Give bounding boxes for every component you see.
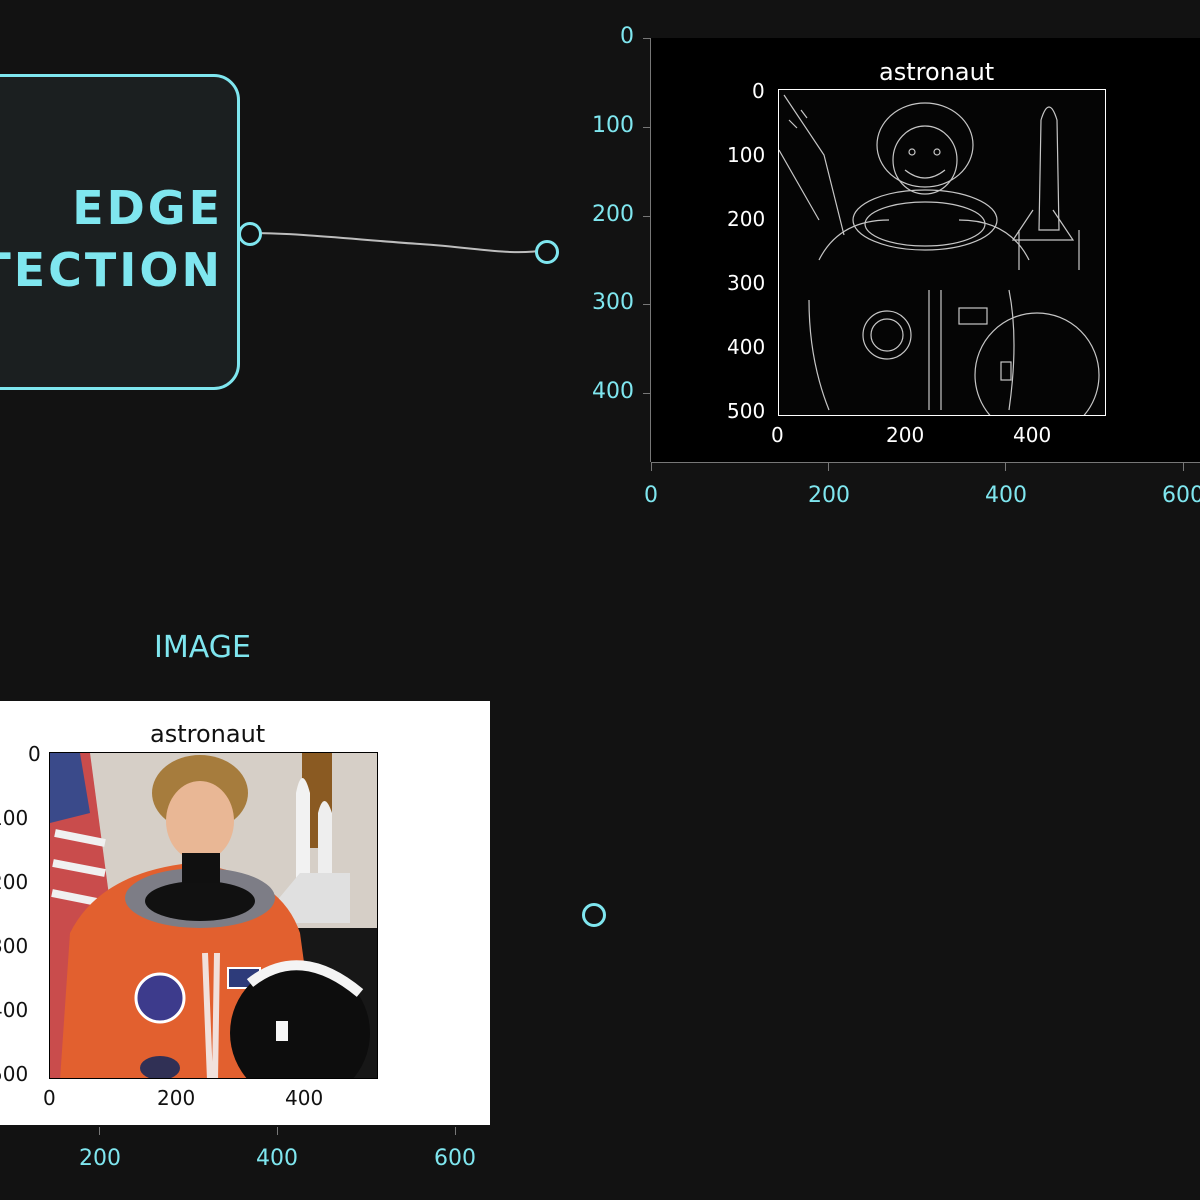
image-x-tick: 600 (434, 1146, 476, 1171)
image-plot-y-tick: 100 (0, 806, 29, 830)
edge-plot-x-tick: 200 (886, 423, 925, 447)
tick-mark (643, 393, 650, 394)
tick-mark (643, 216, 650, 217)
tick-mark (643, 127, 650, 128)
image-view-label: IMAGE (154, 630, 251, 665)
node-output-port[interactable] (238, 222, 262, 246)
image-output-port[interactable] (582, 903, 606, 927)
tick-mark (643, 304, 650, 305)
edge-y-tick: 0 (620, 24, 634, 49)
edge-y-axis (650, 38, 651, 462)
edge-plot-y-tick: 400 (727, 335, 766, 359)
edge-plot-y-tick: 200 (727, 207, 766, 231)
edge-y-tick: 400 (592, 379, 634, 404)
edge-lines-illustration (779, 94, 1100, 415)
image-plot-x-tick: 0 (43, 1086, 56, 1110)
edge-plot-x-tick: 400 (1013, 423, 1052, 447)
edge-plot-title: astronaut (879, 58, 995, 86)
edge-plot-x-tick: 0 (771, 423, 784, 447)
tick-mark (455, 1127, 456, 1135)
image-plot-y-tick: 200 (0, 870, 29, 894)
edge-x-tick: 600 (1162, 483, 1200, 508)
edge-plot-y-tick: 300 (727, 271, 766, 295)
edge-plot-y-tick: 500 (727, 399, 766, 423)
image-plot-x-tick: 200 (157, 1086, 196, 1110)
tick-mark (828, 463, 829, 471)
tick-mark (1183, 463, 1184, 471)
image-plot-y-tick: 0 (28, 742, 41, 766)
tick-mark (1005, 463, 1006, 471)
image-plot-y-tick: 400 (0, 998, 29, 1022)
image-x-tick: 400 (256, 1146, 298, 1171)
image-plot-y-tick: 300 (0, 934, 29, 958)
edge-y-tick: 100 (592, 113, 634, 138)
edge-y-tick: 200 (592, 202, 634, 227)
tick-mark (651, 463, 652, 471)
edge-image (778, 89, 1106, 416)
image-plot-title: astronaut (150, 720, 266, 748)
image-plot-y-tick: 500 (0, 1062, 29, 1086)
edge-x-tick: 400 (985, 483, 1027, 508)
tick-mark (277, 1127, 278, 1135)
astronaut-illustration (50, 753, 377, 1078)
edge-plot-y-tick: 100 (727, 143, 766, 167)
tick-mark (99, 1127, 100, 1135)
image-plot-x-tick: 400 (285, 1086, 324, 1110)
edge-y-tick: 300 (592, 290, 634, 315)
astronaut-image (49, 752, 378, 1079)
edge-x-tick: 200 (808, 483, 850, 508)
edge-plot-y-tick: 0 (752, 79, 765, 103)
image-x-tick: 200 (79, 1146, 121, 1171)
edge-x-axis (651, 462, 1200, 463)
tick-mark (643, 38, 650, 39)
edge-x-tick: 0 (644, 483, 658, 508)
edge-view-input-port[interactable] (535, 240, 559, 264)
